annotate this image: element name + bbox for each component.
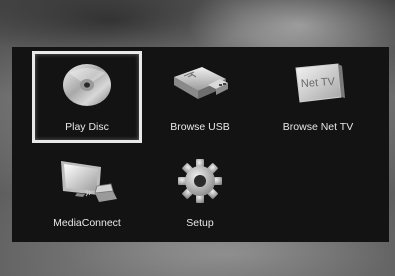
menu-item-label: Setup xyxy=(186,217,214,229)
menu-item-label: Browse Net TV xyxy=(282,121,354,133)
disc-icon xyxy=(63,64,111,106)
gear-icon xyxy=(178,159,222,203)
menu-item-label: Play Disc xyxy=(65,121,109,133)
net-tv-icon: Net TV xyxy=(295,63,345,103)
home-menu-panel: Play Disc Browse USB Net TV Browse Net T… xyxy=(12,47,389,242)
monitor-laptop-icon xyxy=(61,161,117,202)
usb-drive-icon xyxy=(174,67,228,99)
menu-item-mediaconnect[interactable]: MediaConnect xyxy=(32,147,142,239)
menu-item-play-disc[interactable]: Play Disc xyxy=(32,51,142,143)
menu-item-browse-net-tv[interactable]: Net TV Browse Net TV xyxy=(263,51,373,143)
menu-item-browse-usb[interactable]: Browse USB xyxy=(145,51,255,143)
menu-item-label: MediaConnect xyxy=(53,217,121,229)
menu-item-label: Browse USB xyxy=(170,121,230,133)
net-tv-icon-text: Net TV xyxy=(301,76,336,90)
menu-item-setup[interactable]: Setup xyxy=(145,147,255,239)
